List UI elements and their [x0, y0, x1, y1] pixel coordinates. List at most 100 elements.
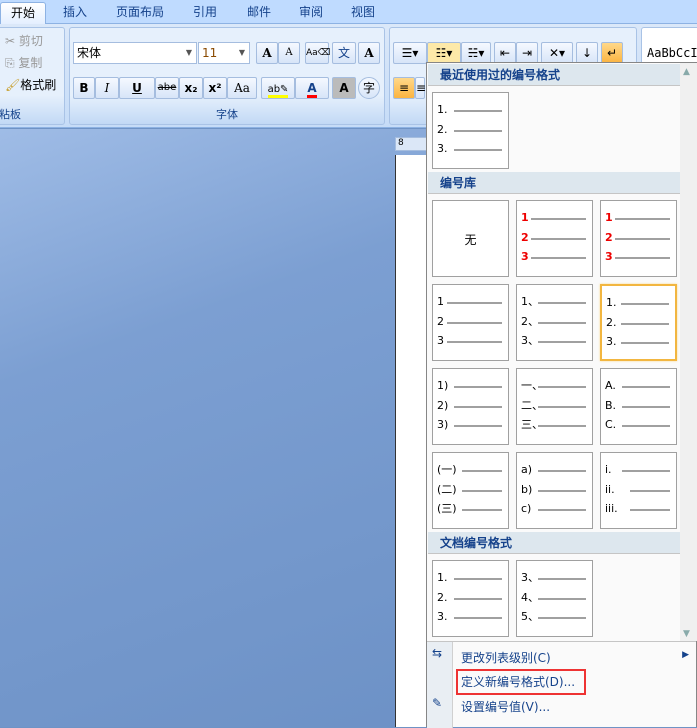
change-list-level-item[interactable]: 更改列表级别(C): [461, 649, 551, 666]
grow-font-button[interactable]: A: [256, 42, 278, 64]
show-marks-button[interactable]: ↵: [601, 42, 623, 64]
format-line: 1: [521, 211, 588, 225]
numbering-format-option[interactable]: a) b) c): [516, 452, 593, 529]
numbering-button[interactable]: ☷▾: [427, 42, 461, 64]
clear-format-button[interactable]: Aa⌫: [305, 42, 330, 64]
subscript-button[interactable]: x₂: [179, 77, 203, 99]
indent-icon: ⇥: [521, 46, 533, 60]
numbering-format-option[interactable]: i. ii. iii.: [600, 452, 677, 529]
format-line: ii.: [605, 483, 672, 497]
increase-indent-button[interactable]: ⇥: [516, 42, 538, 64]
format-line: 1、: [521, 295, 588, 309]
numbering-format-option[interactable]: 1) 2) 3): [432, 368, 509, 445]
decrease-indent-button[interactable]: ⇤: [494, 42, 516, 64]
define-new-format-item[interactable]: 定义新编号格式(D)...: [461, 673, 575, 690]
menu-actions: ⇆ ✎ 更改列表级别(C) ▶ 定义新编号格式(D)... 设置编号值(V)..…: [427, 641, 696, 728]
tab-mailings[interactable]: 邮件: [236, 2, 282, 24]
scroll-down-icon[interactable]: ▼: [683, 629, 690, 639]
chinese-layout-icon: ✕▾: [548, 46, 566, 60]
align-left-icon: ≡: [398, 81, 410, 95]
numbering-format-option[interactable]: 1. 2. 3.: [432, 560, 509, 637]
shrink-font-button[interactable]: A: [278, 42, 300, 64]
numbering-format-option[interactable]: 1、 2、 3、: [516, 284, 593, 361]
tab-view[interactable]: 视图: [340, 2, 386, 24]
format-line: 2: [521, 231, 588, 245]
strikethrough-button[interactable]: abe: [155, 77, 179, 99]
recent-formats-header: 最近使用过的编号格式: [428, 64, 680, 86]
format-line: i.: [605, 463, 672, 477]
list-level-icon: ⇆: [432, 646, 443, 660]
sort-button[interactable]: ↓: [576, 42, 598, 64]
phonetic-guide-button[interactable]: 文: [332, 42, 356, 64]
copy-button[interactable]: ⎘ 复制: [5, 54, 42, 72]
format-line: 1: [437, 295, 504, 309]
align-center-button[interactable]: ≡: [415, 77, 426, 99]
scissors-icon: ✂: [5, 34, 19, 48]
brush-icon: 🖌: [5, 78, 21, 92]
multilevel-list-button[interactable]: ☵▾: [461, 42, 491, 64]
font-size-select[interactable]: 11 ▼: [198, 42, 250, 64]
scroll-up-icon[interactable]: ▲: [683, 67, 690, 77]
none-label: 无: [464, 233, 477, 247]
numbering-format-option[interactable]: 1. 2. 3.: [600, 284, 677, 361]
font-color-button[interactable]: A: [295, 77, 329, 99]
numbering-format-option[interactable]: 1 2 3: [432, 284, 509, 361]
char-shading-button[interactable]: A: [332, 77, 356, 99]
font-name-select[interactable]: 宋体 ▼: [73, 42, 197, 64]
chinese-layout-button[interactable]: ✕▾: [541, 42, 573, 64]
bold-button[interactable]: B: [73, 77, 95, 99]
bullets-button[interactable]: ☰▾: [393, 42, 427, 64]
numbering-format-option[interactable]: 1 2 3: [600, 200, 677, 277]
numbering-format-option[interactable]: 1 2 3: [516, 200, 593, 277]
format-line: a): [521, 463, 588, 477]
format-line: A.: [605, 379, 672, 393]
format-line: 2.: [437, 123, 504, 137]
format-line: 2.: [437, 591, 504, 605]
numbering-format-option[interactable]: 3、 4、 5、: [516, 560, 593, 637]
copy-icon: ⎘: [5, 56, 19, 70]
enclose-char-button[interactable]: 字: [358, 77, 380, 99]
cut-button[interactable]: ✂ 剪切: [5, 32, 43, 50]
font-color-icon: A: [307, 81, 317, 98]
format-line: 一、: [521, 379, 588, 393]
format-line: 4、: [521, 591, 588, 605]
format-line: 3、: [521, 571, 588, 585]
format-line: (三): [437, 502, 504, 516]
clipboard-group: ✂ 剪切 ⎘ 复制 🖌格式刷 粘板: [0, 27, 65, 125]
align-left-button[interactable]: ≡: [393, 77, 415, 99]
change-case-button[interactable]: Aa: [227, 77, 257, 99]
format-line: B.: [605, 399, 672, 413]
tab-page-layout[interactable]: 页面布局: [108, 2, 172, 24]
italic-button[interactable]: I: [95, 77, 119, 99]
tab-review[interactable]: 审阅: [288, 2, 334, 24]
format-line: 二、: [521, 399, 588, 413]
document-formats-header: 文档编号格式: [428, 532, 680, 554]
style-normal[interactable]: AaBbCcI: [647, 44, 697, 62]
set-numbering-value-item[interactable]: 设置编号值(V)...: [461, 698, 550, 715]
bullet-list-icon: ☰▾: [401, 46, 419, 60]
underline-button[interactable]: U: [119, 77, 155, 99]
numbering-format-option[interactable]: (一) (二) (三): [432, 452, 509, 529]
format-line: 3、: [521, 334, 588, 348]
char-border-button[interactable]: A: [358, 42, 380, 64]
format-line: 3.: [437, 610, 504, 624]
tab-references[interactable]: 引用: [182, 2, 228, 24]
tab-insert[interactable]: 插入: [52, 2, 98, 24]
tab-home[interactable]: 开始: [0, 2, 46, 24]
paragraph-mark-icon: ↵: [606, 46, 618, 60]
numbering-format-option[interactable]: 一、 二、 三、: [516, 368, 593, 445]
format-line: (一): [437, 463, 504, 477]
numbering-format-option[interactable]: 1. 2. 3.: [432, 92, 509, 169]
format-line: 3: [437, 334, 504, 348]
numbering-format-option[interactable]: 无: [432, 200, 509, 277]
scrollbar[interactable]: ▲ ▼: [680, 63, 697, 641]
format-line: 1.: [437, 103, 504, 117]
format-painter-button[interactable]: 🖌格式刷: [5, 76, 56, 94]
superscript-button[interactable]: x²: [203, 77, 227, 99]
format-line: 3): [437, 418, 504, 432]
format-line: 2: [437, 315, 504, 329]
format-line: 3: [521, 250, 588, 264]
highlight-button[interactable]: ab✎: [261, 77, 295, 99]
numbering-format-option[interactable]: A. B. C.: [600, 368, 677, 445]
format-line: 三、: [521, 418, 588, 432]
